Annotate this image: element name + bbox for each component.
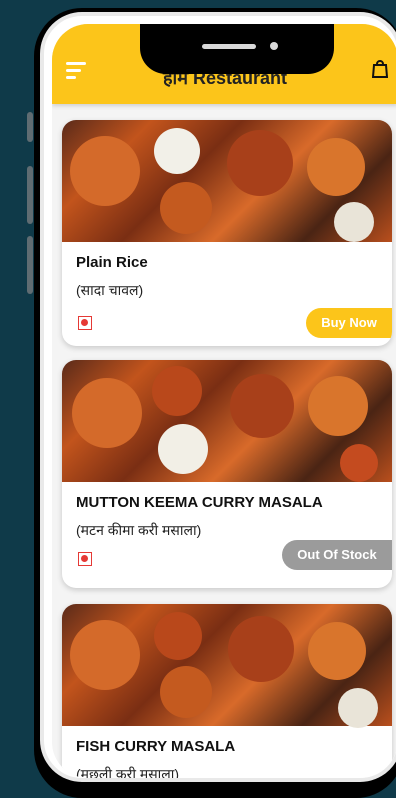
app-screen: हाम Restaurant Plain Rice (सादा चावल) Bu… — [52, 24, 396, 778]
item-name: FISH CURRY MASALA — [76, 738, 236, 755]
non-veg-indicator-icon — [78, 316, 92, 330]
shopping-bag-icon[interactable] — [371, 60, 389, 78]
item-hindi-name: (मछली करी मसाला) — [76, 766, 180, 778]
buy-now-button[interactable]: Buy Now — [306, 308, 392, 338]
list-item[interactable]: Plain Rice (सादा चावल) Buy Now — [62, 120, 392, 346]
speaker-grille — [202, 44, 256, 49]
side-button — [27, 112, 33, 142]
item-name: Plain Rice — [76, 254, 148, 271]
list-item[interactable]: FISH CURRY MASALA (मछली करी मसाला) — [62, 604, 392, 778]
side-button — [27, 236, 33, 294]
list-item[interactable]: MUTTON KEEMA CURRY MASALA (मटन कीमा करी … — [62, 360, 392, 588]
non-veg-indicator-icon — [78, 552, 92, 566]
food-image — [62, 360, 392, 482]
side-button — [27, 166, 33, 224]
food-image — [62, 120, 392, 242]
item-hindi-name: (मटन कीमा करी मसाला) — [76, 522, 202, 538]
food-image — [62, 604, 392, 728]
front-camera — [270, 42, 278, 50]
phone-screen: हाम Restaurant Plain Rice (सादा चावल) Bu… — [40, 12, 396, 782]
item-hindi-name: (सादा चावल) — [76, 282, 144, 298]
item-name: MUTTON KEEMA CURRY MASALA — [76, 494, 323, 511]
device-notch — [140, 24, 334, 74]
out-of-stock-button: Out Of Stock — [282, 540, 392, 570]
